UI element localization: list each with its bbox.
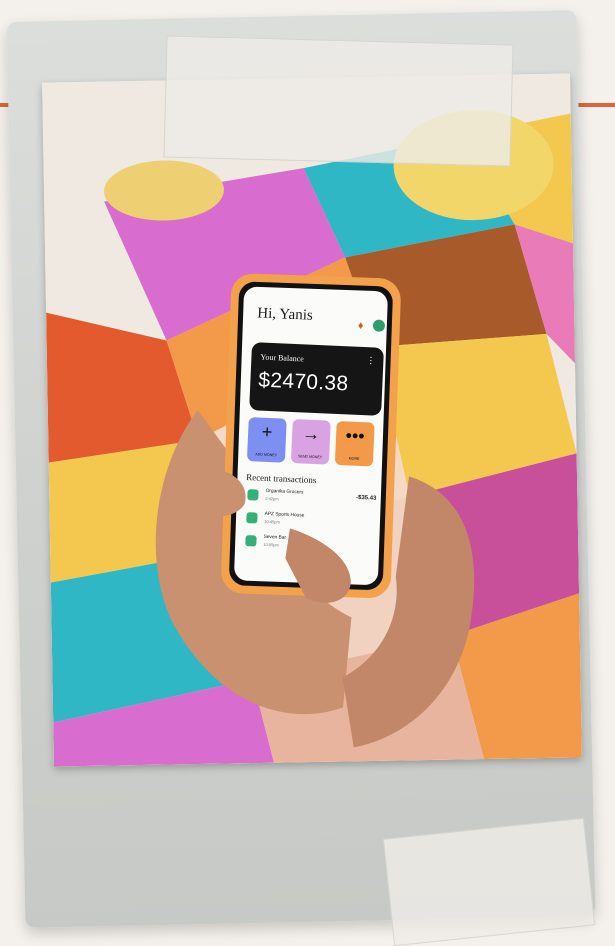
arrow-right-icon: → [301,423,321,445]
greeting: Hi, Yanis [257,305,314,324]
balance-value: $2470.38 [257,368,349,396]
balance-label: Your Balance [260,352,305,364]
transaction-name: APZ Sports House [264,511,305,519]
transaction-row[interactable]: APZ Sports House 10:45pm [244,510,380,536]
send-money-label: SEND MONEY [297,454,323,460]
grocery-icon [247,489,259,501]
recent-transactions-title: Recent transactions [245,472,317,486]
cocktail-icon [245,535,257,547]
plus-icon: + [261,421,273,443]
more-icon: ••• [345,425,365,447]
add-money-button[interactable]: + ADD MONEY [246,417,287,463]
transaction-time: 10:05pm [263,541,279,548]
transaction-time: 2:42pm [265,495,279,502]
transaction-time: 10:45pm [264,518,280,525]
send-money-button[interactable]: → SEND MONEY [290,419,331,465]
transaction-row[interactable]: Seven Bar 10:05pm [243,533,379,559]
tape-top [163,35,514,167]
kebab-menu-icon[interactable]: ⋮ [366,355,375,366]
transaction-name: Seven Bar [263,534,287,541]
balance-card[interactable]: Your Balance $2470.38 ⋮ [249,342,384,416]
phone-screen: Hi, Yanis ♦ Your Balance $2470.38 ⋮ + AD… [234,287,397,588]
transaction-row[interactable]: Organika Grocers 2:42pm -$35.43 [245,487,381,513]
tape-bottom [382,817,596,946]
sports-icon [246,512,258,524]
add-money-label: ADD MONEY [255,452,278,458]
transaction-amount: -$35.43 [355,494,377,502]
more-label: MORE [348,456,360,461]
avatar[interactable] [372,319,386,332]
transaction-name: Organika Grocers [265,488,304,496]
more-button[interactable]: ••• MORE [334,420,375,467]
bell-icon[interactable]: ♦ [358,320,364,332]
